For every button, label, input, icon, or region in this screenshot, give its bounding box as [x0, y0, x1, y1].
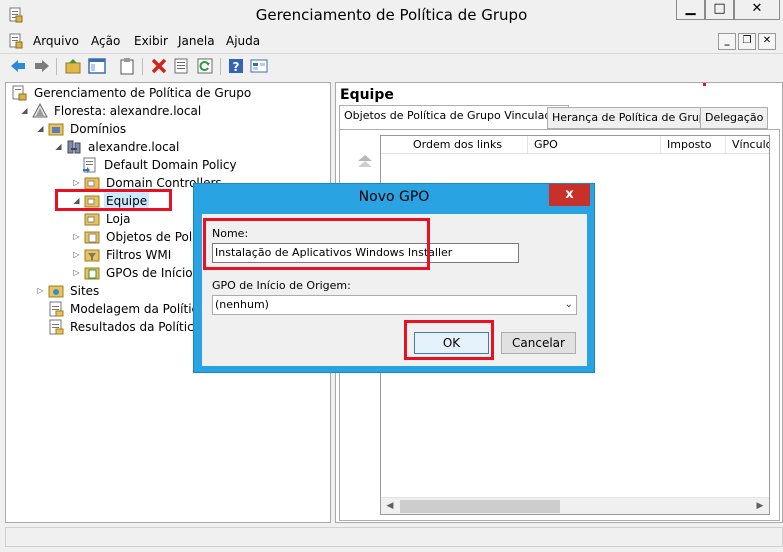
modeling-icon	[49, 301, 64, 317]
highlight-box-name	[203, 218, 430, 270]
detail-title: Equipe	[340, 87, 394, 103]
column-gpo[interactable]: GPO	[529, 136, 661, 154]
help-icon[interactable]: ?	[227, 57, 245, 75]
scroll-left-icon[interactable]: ◀	[383, 500, 397, 513]
mdi-restore-button[interactable]: ❐	[738, 33, 756, 50]
tree-label: Filtros WMI	[106, 248, 172, 262]
forest-icon	[32, 103, 48, 118]
expand-arrow-icon[interactable]: ▷	[72, 228, 81, 246]
clipboard-icon[interactable]	[118, 57, 136, 75]
column-link-enabled[interactable]: Vínculo	[727, 136, 769, 154]
gpmc-icon	[12, 85, 27, 101]
highlight-mark	[703, 83, 706, 86]
tree-label: Default Domain Policy	[104, 158, 237, 172]
starter-gpo-folder-icon	[84, 267, 100, 280]
title-bar: Gerenciamento de Política de Grupo ▁ □ ✕	[0, 0, 783, 30]
tree-label: Domínios	[70, 122, 127, 136]
toolbar: ?	[0, 53, 783, 79]
menu-ajuda[interactable]: Ajuda	[226, 34, 260, 48]
minimize-button[interactable]: ▁	[676, 0, 705, 20]
back-arrow-icon[interactable]	[9, 57, 27, 75]
maximize-button[interactable]: □	[705, 0, 734, 20]
up-folder-icon[interactable]	[64, 57, 82, 75]
gpmc-window: Gerenciamento de Política de Grupo ▁ □ ✕…	[0, 0, 783, 552]
expand-arrow-icon[interactable]: ▷	[36, 282, 45, 300]
new-gpo-dialog: Novo GPO x Nome: Instalação de Aplicativ…	[193, 183, 595, 373]
column-enforced[interactable]: Imposto	[662, 136, 726, 154]
highlight-box-equipe	[55, 189, 172, 211]
menu-exibir[interactable]: Exibir	[134, 34, 168, 48]
status-bar	[5, 527, 783, 547]
delete-icon[interactable]	[150, 57, 168, 75]
wmi-folder-icon	[84, 249, 100, 262]
mdi-close-button[interactable]: ✕	[758, 33, 776, 50]
domains-folder-icon	[48, 123, 64, 136]
toolbar-separator	[142, 58, 143, 75]
grid-header: Ordem dos links GPO Imposto Vínculo	[381, 136, 769, 154]
close-button[interactable]: ✕	[734, 0, 780, 20]
expand-arrow-icon[interactable]: ▷	[72, 246, 81, 264]
tree-label: Sites	[70, 284, 100, 298]
expand-arrow-icon[interactable]: ▷	[72, 264, 81, 282]
refresh-icon[interactable]	[196, 57, 214, 75]
tree-label: Objetos de Polít	[106, 230, 201, 244]
source-starter-gpo-label: GPO de Início de Origem:	[212, 279, 351, 292]
tree-label: Gerenciamento de Política de Grupo	[34, 86, 252, 100]
column-link-order[interactable]: Ordem dos links	[381, 136, 528, 154]
results-icon	[49, 319, 64, 335]
tab-gp-inheritance[interactable]: Herança de Política de Grupo	[547, 107, 718, 129]
domain-icon	[67, 140, 81, 154]
dialog-close-button[interactable]: x	[549, 184, 590, 206]
source-starter-gpo-select[interactable]: (nenhum) ⌄	[212, 295, 577, 315]
collapse-arrow-icon[interactable]: ◢	[36, 120, 45, 138]
horizontal-scrollbar[interactable]: ◀ ▶	[381, 497, 769, 514]
menu-bar: Arquivo Ação Exibir Janela Ajuda	[0, 31, 783, 51]
svg-text:?: ?	[233, 60, 240, 74]
menu-acao[interactable]: Ação	[91, 34, 120, 48]
dialog-title: Novo GPO	[358, 189, 430, 205]
ou-folder-icon	[84, 213, 100, 226]
tree-label: alexandre.local	[88, 140, 180, 154]
mdi-minimize-button[interactable]: _	[718, 33, 736, 50]
source-starter-gpo-value: (nenhum)	[215, 298, 269, 311]
window-title: Gerenciamento de Política de Grupo	[255, 6, 528, 24]
cancel-button[interactable]: Cancelar	[501, 332, 576, 354]
properties-icon[interactable]	[172, 57, 190, 75]
menu-arquivo[interactable]: Arquivo	[33, 34, 79, 48]
show-hide-console-tree-icon[interactable]	[88, 57, 106, 75]
tab-linked-gpos[interactable]: Objetos de Política de Grupo Vinculados	[339, 105, 569, 130]
collapse-arrow-icon[interactable]: ◢	[54, 138, 63, 156]
tree-label: Floresta: alexandre.local	[54, 104, 202, 118]
gpo-folder-icon	[84, 231, 100, 244]
toolbar-separator	[220, 58, 221, 75]
highlight-box-ok	[404, 320, 494, 360]
gpmc-menu-icon[interactable]	[9, 33, 23, 49]
move-link-up-icon[interactable]	[356, 153, 374, 169]
menu-janela[interactable]: Janela	[178, 34, 215, 48]
view-icon[interactable]	[250, 57, 268, 75]
toolbar-separator	[56, 58, 57, 75]
tab-delegation[interactable]: Delegação	[700, 107, 769, 129]
tree-label: Modelagem da Política	[70, 302, 206, 316]
gpo-link-icon	[83, 157, 96, 173]
chevron-down-icon: ⌄	[564, 299, 573, 310]
collapse-arrow-icon[interactable]: ◢	[20, 102, 29, 120]
scroll-right-icon[interactable]: ▶	[753, 500, 767, 513]
tree-label: Loja	[106, 212, 131, 226]
scroll-thumb[interactable]	[400, 500, 560, 513]
forward-arrow-icon[interactable]	[33, 57, 51, 75]
sites-folder-icon	[48, 285, 64, 298]
tree-label: GPOs de Início	[106, 266, 193, 280]
